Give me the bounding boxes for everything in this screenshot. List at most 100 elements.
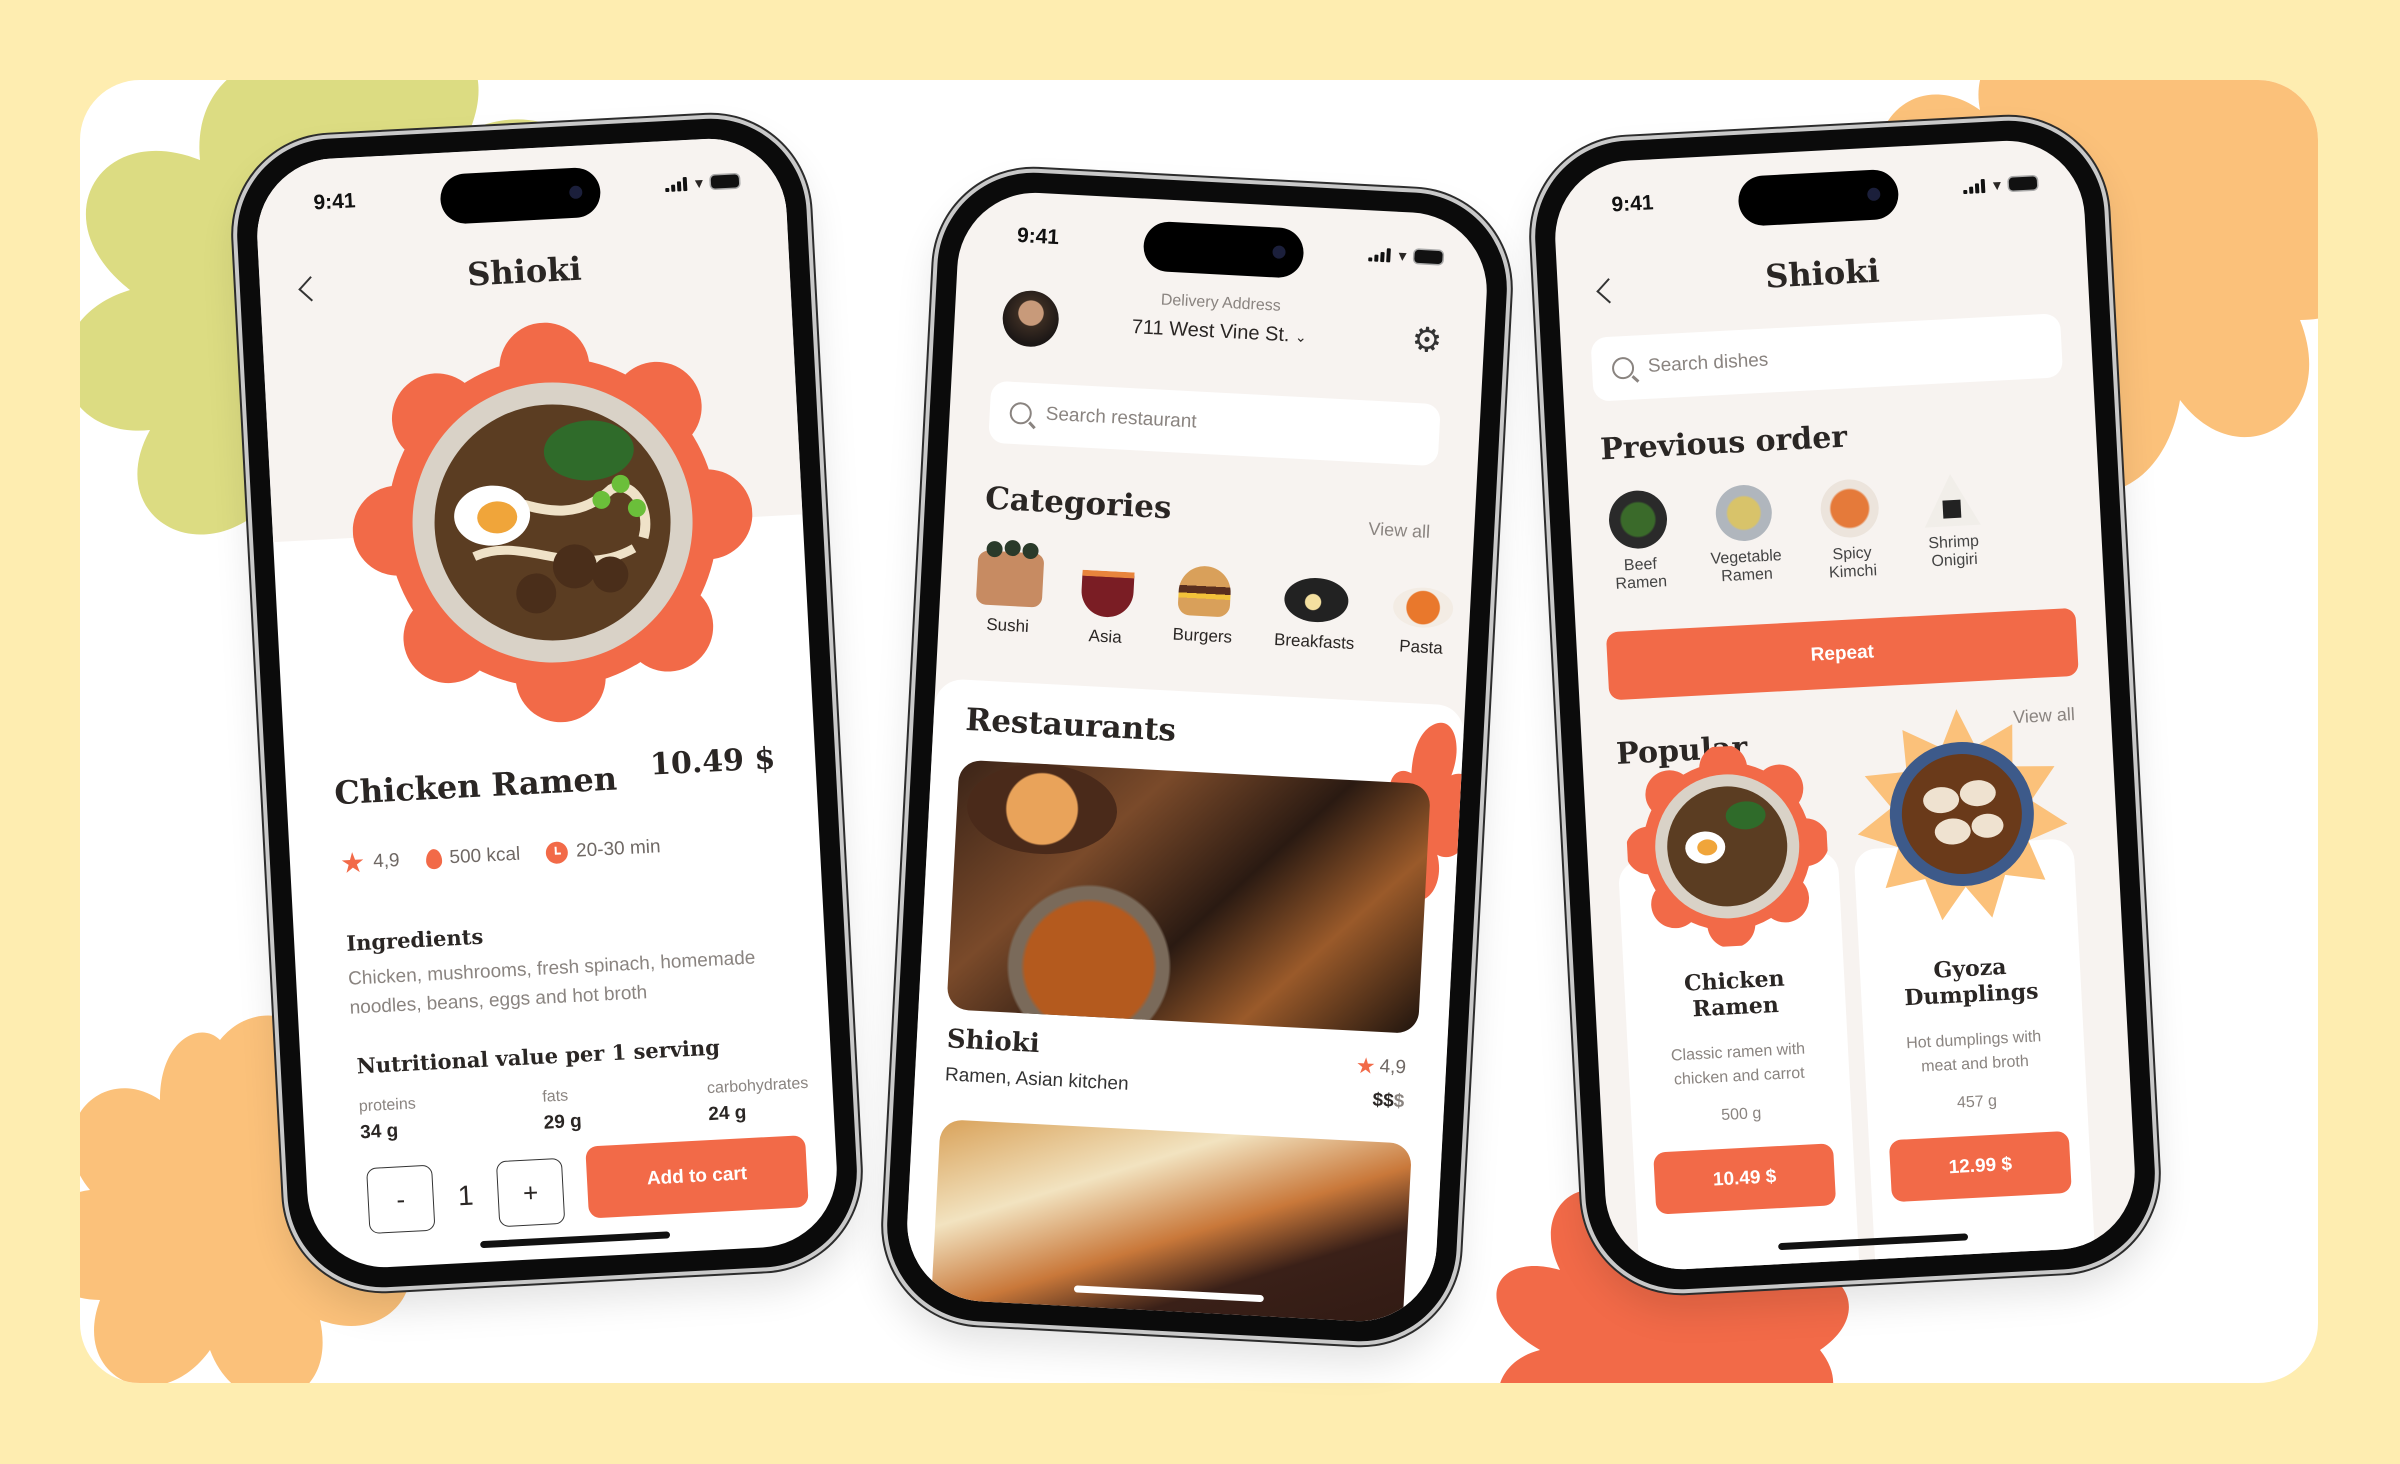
burger-icon: [1177, 564, 1232, 618]
nutrition-proteins: proteins 34 g: [358, 1095, 417, 1144]
previous-order-item[interactable]: Vegetable Ramen: [1700, 483, 1789, 589]
category-label: Breakfasts: [1273, 629, 1355, 654]
popular-item-weight: 457 g: [1956, 1092, 1998, 1112]
spicy-kimchi-image: [1819, 478, 1881, 539]
dish-detail-screen: 9:41 ▾ Shioki Chicken Ramen 10.49 $ ★ 4,…: [253, 134, 841, 1272]
restaurant-photo-shioki[interactable]: [946, 759, 1431, 1034]
previous-order-heading: Previous order: [1599, 419, 1849, 468]
quantity-value: 1: [457, 1179, 475, 1212]
home-screen: 9:41 ▾ Delivery Address 711 West Vine St…: [903, 188, 1491, 1326]
restaurant-cuisine: Ramen, Asian kitchen: [944, 1064, 1130, 1095]
popular-item-description: Classic ramen with chicken and carrot: [1628, 1035, 1850, 1094]
nutrition-value: 34 g: [359, 1120, 399, 1144]
beef-ramen-image: [1607, 489, 1669, 551]
repeat-order-button[interactable]: Repeat: [1605, 607, 2079, 701]
nutrition-values: proteins 34 g fats 29 g carbohydrates 24 g: [358, 1075, 810, 1144]
category-label: Burgers: [1172, 624, 1233, 647]
dynamic-island: [439, 166, 602, 225]
phone-home: 9:41 ▾ Delivery Address 711 West Vine St…: [882, 167, 1512, 1347]
camera-icon: [1272, 245, 1286, 259]
app-title: Shioki: [1764, 251, 1881, 296]
restaurant-rating: ★ 4,9: [1355, 1053, 1406, 1082]
category-breakfasts[interactable]: Breakfasts: [1265, 566, 1366, 661]
popular-item-weight: 500 g: [1720, 1104, 1762, 1125]
nutrition-label: proteins: [358, 1095, 417, 1116]
ramen-bowl-shape: [974, 870, 1204, 1034]
star-icon: ★: [339, 846, 367, 880]
categories-heading: Categories: [984, 480, 1173, 527]
dynamic-island: [1737, 168, 1900, 227]
quantity-stepper: - 1 +: [366, 1157, 566, 1235]
status-icons: ▾: [665, 171, 740, 194]
restaurants-section: Restaurants Shioki Ramen, Asian kitchen …: [903, 678, 1472, 1326]
phone-menu: 9:41 ▾ Shioki Search dishes Previous ord…: [1530, 115, 2160, 1295]
decrement-button[interactable]: -: [366, 1164, 436, 1235]
add-chicken-ramen-price-button[interactable]: 10.49 $: [1653, 1143, 1837, 1215]
star-icon: ★: [1355, 1052, 1377, 1079]
search-restaurant-input[interactable]: Search restaurant: [988, 380, 1441, 467]
wifi-icon: ▾: [1398, 245, 1408, 266]
dish-stats: ★ 4,9 500 kcal 20-30 min: [339, 830, 661, 880]
status-icons: ▾: [1368, 244, 1443, 267]
wifi-icon: ▾: [1992, 175, 2002, 195]
phone-dish-detail: 9:41 ▾ Shioki Chicken Ramen 10.49 $ ★ 4,…: [232, 113, 862, 1293]
price-level-inactive: $: [1393, 1090, 1405, 1113]
category-pasta[interactable]: Pasta: [1387, 572, 1458, 665]
categories-view-all-link[interactable]: View all: [1368, 519, 1431, 543]
nutrition-label: carbohydrates: [706, 1074, 809, 1098]
battery-icon: [710, 174, 740, 189]
previous-order-item[interactable]: Beef Ramen: [1599, 489, 1680, 595]
nutrition-heading: Nutritional value per 1 serving: [356, 1034, 721, 1079]
status-time: 9:41: [312, 189, 357, 215]
popular-card[interactable]: Gyoza Dumplings Hot dumplings with meat an…: [1853, 709, 2096, 1274]
rating-stat: ★ 4,9: [339, 844, 400, 880]
search-icon: [1611, 356, 1635, 380]
battery-icon: [2008, 176, 2038, 191]
category-label: Pasta: [1398, 636, 1444, 658]
increment-button[interactable]: +: [495, 1157, 566, 1228]
previous-order-item[interactable]: Spicy Kimchi: [1810, 478, 1891, 584]
price-level-active: $$: [1372, 1089, 1395, 1112]
status-time: 9:41: [1610, 191, 1655, 217]
status-icons: ▾: [1963, 173, 2038, 196]
popular-item-name: Chicken Ramen: [1624, 962, 1846, 1025]
dish-price: 10.49 $: [649, 741, 777, 783]
popular-item-name: Gyoza Dumplings: [1859, 950, 2081, 1013]
restaurant-card-shioki[interactable]: Shioki Ramen, Asian kitchen ★ 4,9 $$$: [936, 678, 1465, 1112]
calories-stat: 500 kcal: [425, 843, 521, 870]
category-label: Asia: [1088, 626, 1123, 647]
rating-value: 4,9: [1379, 1055, 1407, 1079]
nutrition-label: fats: [541, 1087, 569, 1106]
popular-card[interactable]: Chicken Ramen Classic ramen with chicken a…: [1617, 744, 1861, 1274]
wifi-icon: ▾: [694, 173, 704, 193]
add-gyoza-dumplings-price-button[interactable]: 12.99 $: [1888, 1130, 2072, 1203]
restaurant-price-level: $$$: [1372, 1090, 1405, 1114]
category-sushi[interactable]: Sushi: [968, 539, 1051, 644]
category-asia[interactable]: Asia: [1072, 555, 1143, 648]
dish-name: Chicken Ramen: [333, 759, 618, 813]
search-icon: [1009, 401, 1033, 425]
category-list: Sushi Asia Burgers Breakfasts Pasta: [968, 539, 1458, 665]
item-label: Ramen: [1615, 573, 1668, 593]
home-indicator: [480, 1231, 671, 1249]
dynamic-island: [1142, 220, 1305, 279]
signal-icon: [1963, 178, 1986, 194]
noodle-bowl-icon: [1080, 569, 1135, 619]
cook-time-value: 20-30 min: [575, 835, 662, 862]
previous-order-list: Beef Ramen Vegetable Ramen Spicy Kimchi Shr…: [1599, 472, 1994, 594]
gyoza-plate-shape: [964, 760, 1120, 858]
restaurant-name: Shioki: [946, 1024, 1041, 1060]
settings-gear-icon[interactable]: ⚙: [1411, 320, 1444, 362]
flame-icon: [425, 848, 443, 870]
calories-value: 500 kcal: [448, 843, 521, 868]
previous-order-item[interactable]: Shrimp Onigiri: [1912, 472, 1993, 578]
camera-icon: [1866, 187, 1881, 202]
gyoza-dumplings-image: [1857, 709, 2068, 921]
search-dishes-input[interactable]: Search dishes: [1590, 313, 2064, 402]
add-to-cart-button[interactable]: Add to cart: [585, 1135, 809, 1219]
nutrition-fats: fats 29 g: [542, 1087, 582, 1135]
breakfast-plate-icon: [1283, 576, 1350, 624]
vegetable-ramen-image: [1714, 483, 1774, 543]
signal-icon: [665, 176, 688, 192]
category-burgers[interactable]: Burgers: [1164, 560, 1245, 654]
